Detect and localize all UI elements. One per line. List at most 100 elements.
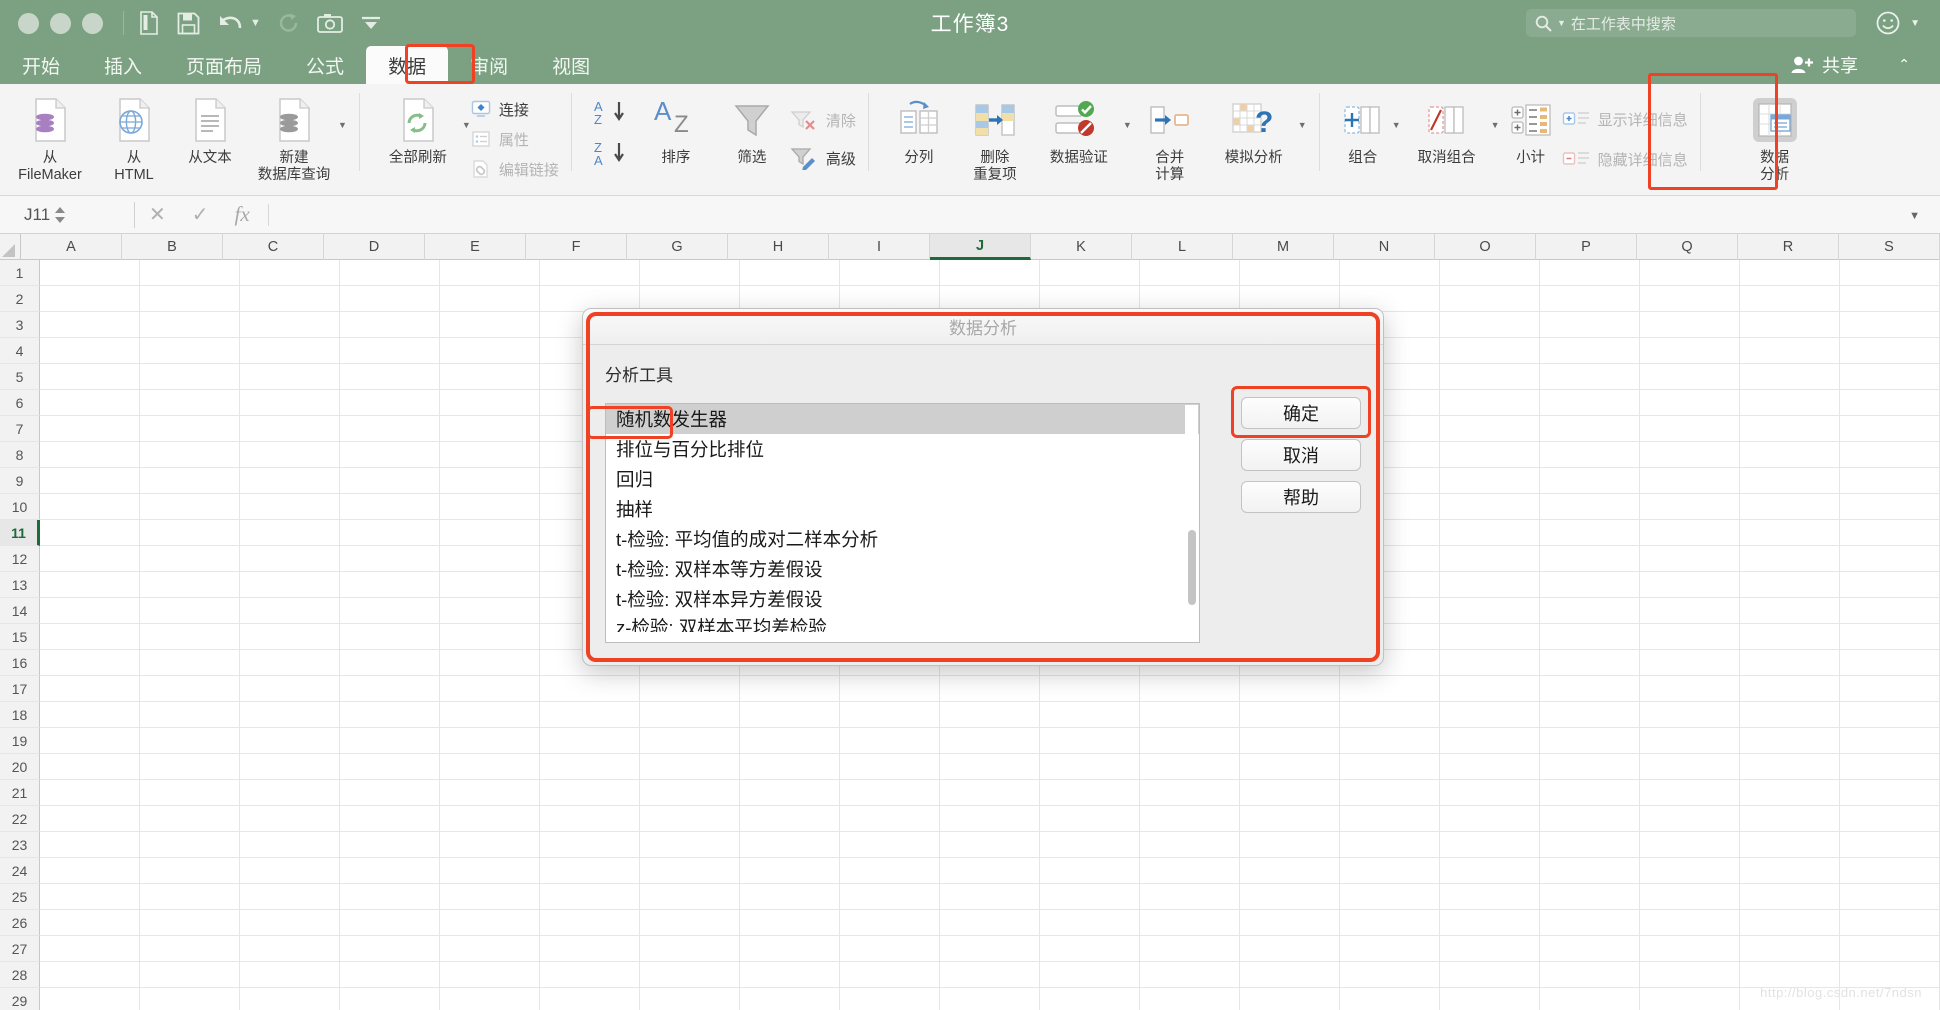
cell-R13[interactable] (1740, 572, 1840, 598)
cell-F25[interactable] (540, 884, 640, 910)
cell-A4[interactable] (40, 338, 140, 364)
cell-G1[interactable] (640, 260, 740, 286)
row-header-22[interactable]: 22 (0, 806, 40, 832)
cell-I20[interactable] (840, 754, 940, 780)
cell-O15[interactable] (1440, 624, 1540, 650)
row-header-2[interactable]: 2 (0, 286, 40, 312)
cell-N20[interactable] (1340, 754, 1440, 780)
cell-E3[interactable] (440, 312, 540, 338)
cell-I29[interactable] (840, 988, 940, 1010)
cell-C24[interactable] (240, 858, 340, 884)
cell-P5[interactable] (1540, 364, 1640, 390)
new-database-query-caret-icon[interactable]: ▼ (338, 120, 347, 130)
cell-A24[interactable] (40, 858, 140, 884)
cell-R19[interactable] (1740, 728, 1840, 754)
column-header-G[interactable]: G (627, 234, 728, 260)
cell-G27[interactable] (640, 936, 740, 962)
cell-O1[interactable] (1440, 260, 1540, 286)
cell-L20[interactable] (1140, 754, 1240, 780)
cell-A25[interactable] (40, 884, 140, 910)
cell-H18[interactable] (740, 702, 840, 728)
cell-O17[interactable] (1440, 676, 1540, 702)
cell-R2[interactable] (1740, 286, 1840, 312)
cell-R12[interactable] (1740, 546, 1840, 572)
cell-Q18[interactable] (1640, 702, 1740, 728)
filter-button[interactable]: 筛选 (714, 84, 790, 188)
cell-S13[interactable] (1840, 572, 1940, 598)
cell-K25[interactable] (1040, 884, 1140, 910)
cell-O22[interactable] (1440, 806, 1540, 832)
cell-K1[interactable] (1040, 260, 1140, 286)
cell-S24[interactable] (1840, 858, 1940, 884)
cell-S11[interactable] (1840, 520, 1940, 546)
cell-O5[interactable] (1440, 364, 1540, 390)
cell-C11[interactable] (240, 520, 340, 546)
cell-S17[interactable] (1840, 676, 1940, 702)
cell-N28[interactable] (1340, 962, 1440, 988)
cell-Q19[interactable] (1640, 728, 1740, 754)
cell-C7[interactable] (240, 416, 340, 442)
cell-B25[interactable] (140, 884, 240, 910)
cell-P23[interactable] (1540, 832, 1640, 858)
cell-B9[interactable] (140, 468, 240, 494)
cell-L18[interactable] (1140, 702, 1240, 728)
cell-P21[interactable] (1540, 780, 1640, 806)
cell-O27[interactable] (1440, 936, 1540, 962)
cell-P20[interactable] (1540, 754, 1640, 780)
row-header-17[interactable]: 17 (0, 676, 40, 702)
cell-C2[interactable] (240, 286, 340, 312)
analysis-tools-listbox[interactable]: 随机数发生器 排位与百分比排位 回归 抽样 t-检验: 平均值的成对二样本分析 t-检验:… (605, 403, 1200, 643)
cell-S6[interactable] (1840, 390, 1940, 416)
cell-E22[interactable] (440, 806, 540, 832)
cell-Q5[interactable] (1640, 364, 1740, 390)
cell-F26[interactable] (540, 910, 640, 936)
cell-A1[interactable] (40, 260, 140, 286)
cell-L25[interactable] (1140, 884, 1240, 910)
cell-K26[interactable] (1040, 910, 1140, 936)
sort-descending-button[interactable]: ZA (592, 138, 630, 175)
cell-N29[interactable] (1340, 988, 1440, 1010)
cell-E1[interactable] (440, 260, 540, 286)
cell-Q21[interactable] (1640, 780, 1740, 806)
cell-D6[interactable] (340, 390, 440, 416)
cell-R1[interactable] (1740, 260, 1840, 286)
row-header-10[interactable]: 10 (0, 494, 40, 520)
cell-A10[interactable] (40, 494, 140, 520)
data-validation-button[interactable]: 数据验证 (1033, 84, 1125, 188)
cell-D27[interactable] (340, 936, 440, 962)
cell-F19[interactable] (540, 728, 640, 754)
cell-I23[interactable] (840, 832, 940, 858)
cell-D4[interactable] (340, 338, 440, 364)
cell-A21[interactable] (40, 780, 140, 806)
group-button[interactable]: 组合 (1332, 84, 1394, 188)
cell-O13[interactable] (1440, 572, 1540, 598)
cell-S25[interactable] (1840, 884, 1940, 910)
cell-E16[interactable] (440, 650, 540, 676)
cell-D8[interactable] (340, 442, 440, 468)
edit-links-button[interactable]: 编辑链接 (471, 157, 559, 181)
cell-I27[interactable] (840, 936, 940, 962)
cell-Q27[interactable] (1640, 936, 1740, 962)
column-header-H[interactable]: H (728, 234, 829, 260)
cell-E18[interactable] (440, 702, 540, 728)
cell-D13[interactable] (340, 572, 440, 598)
row-header-12[interactable]: 12 (0, 546, 40, 572)
cell-S14[interactable] (1840, 598, 1940, 624)
cell-D26[interactable] (340, 910, 440, 936)
cell-E28[interactable] (440, 962, 540, 988)
cell-E29[interactable] (440, 988, 540, 1010)
tab-home[interactable]: 开始 (0, 46, 82, 84)
cell-G20[interactable] (640, 754, 740, 780)
what-if-analysis-button[interactable]: ? 模拟分析 (1208, 84, 1300, 188)
from-text-button[interactable]: 从文本 (172, 84, 248, 188)
cell-D21[interactable] (340, 780, 440, 806)
cell-Q11[interactable] (1640, 520, 1741, 546)
cell-D25[interactable] (340, 884, 440, 910)
cell-A27[interactable] (40, 936, 140, 962)
cell-H28[interactable] (740, 962, 840, 988)
cell-C8[interactable] (240, 442, 340, 468)
cell-K17[interactable] (1040, 676, 1140, 702)
cell-O10[interactable] (1440, 494, 1540, 520)
cell-P9[interactable] (1540, 468, 1640, 494)
tab-review[interactable]: 审阅 (448, 46, 530, 84)
